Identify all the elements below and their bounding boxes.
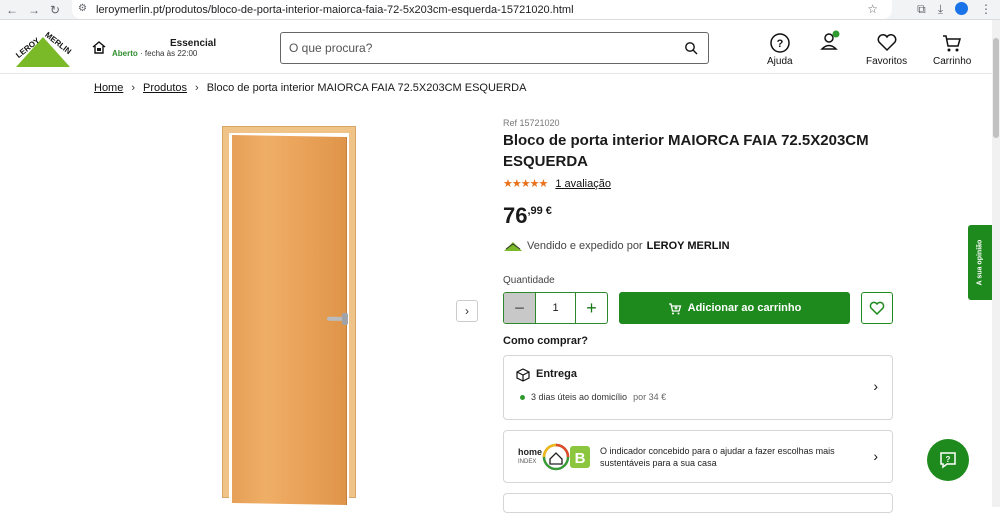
breadcrumb-products-link[interactable]: Produtos: [143, 82, 187, 94]
feedback-label: A sua opinião: [976, 239, 984, 286]
store-hours: Aberto · fecha às 22:00: [112, 49, 197, 58]
site-header: LEROY MERLIN Essencial Aberto · fecha às…: [0, 20, 992, 74]
heart-icon: [877, 34, 896, 52]
minus-icon: −: [514, 297, 525, 318]
delivery-option-card[interactable]: Entrega 3 dias úteis ao domicílio por 34…: [503, 355, 893, 420]
price-integer: 76: [503, 203, 528, 228]
product-rating: ★★★★★ 1 avaliação: [503, 177, 611, 191]
chevron-right-icon: ›: [873, 378, 878, 394]
quantity-increase-button[interactable]: +: [576, 293, 607, 323]
help-question-icon: ?: [770, 33, 790, 53]
cart-label: Carrinho: [933, 56, 972, 67]
home-index-card[interactable]: home INDEX B O indicador concebido para …: [503, 430, 893, 483]
help-button[interactable]: ? Ajuda: [767, 32, 793, 67]
download-icon[interactable]: ⤓: [938, 2, 943, 17]
shopping-cart-icon: [943, 35, 962, 52]
chevron-right-icon: ›: [465, 304, 469, 318]
product-image[interactable]: [222, 126, 358, 506]
site-info-icon[interactable]: ⚙: [78, 3, 87, 14]
menu-kebab-icon[interactable]: ⋮: [980, 2, 992, 17]
product-title: Bloco de porta interior MAIORCA FAIA 72.…: [503, 132, 869, 170]
chat-button[interactable]: ?: [927, 439, 969, 481]
bookmark-star-icon[interactable]: ☆: [867, 2, 878, 16]
rating-stars-icon: ★★★★★: [503, 178, 548, 190]
breadcrumb-current: Bloco de porta interior MAIORCA FAIA 72.…: [206, 82, 527, 94]
store-closing-time: · fecha às 22:00: [137, 49, 198, 58]
address-bar[interactable]: ⚙ leroymerlin.pt/produtos/bloco-de-porta…: [72, 0, 892, 19]
availability-dot-icon: [520, 394, 525, 400]
breadcrumb-home-link[interactable]: Home: [94, 82, 123, 94]
home-index-grade: B: [575, 450, 586, 467]
seller-prefix: Vendido e expedido por: [527, 240, 643, 252]
door-handle-base: [342, 312, 348, 326]
leroy-merlin-mini-logo-icon: [504, 242, 522, 251]
delivery-time: 3 dias úteis ao domicílio: [531, 392, 628, 402]
reviews-link[interactable]: 1 avaliação: [555, 178, 611, 190]
store-house-icon: [92, 41, 106, 54]
browser-nav: ← → ↻: [6, 3, 60, 17]
price-decimals: ,99: [527, 205, 543, 217]
search-input[interactable]: O que procura?: [280, 32, 709, 64]
chevron-right-icon: ›: [873, 448, 878, 464]
feedback-tab[interactable]: A sua opinião: [968, 225, 992, 300]
seller-name: LEROY MERLIN: [646, 240, 730, 252]
quantity-stepper: − 1 +: [503, 292, 608, 324]
quantity-input[interactable]: 1: [535, 293, 576, 323]
search-placeholder: O que procura?: [289, 41, 373, 55]
user-account-icon: [820, 30, 840, 50]
delivery-price: por 34 €: [633, 392, 667, 402]
chevron-right-icon: ›: [131, 82, 136, 94]
help-label: Ajuda: [767, 56, 793, 67]
chat-question-icon: ?: [940, 452, 956, 469]
heart-icon: [869, 301, 885, 315]
svg-text:?: ?: [776, 38, 783, 50]
store-selector[interactable]: Essencial Aberto · fecha às 22:00: [92, 38, 216, 58]
store-open-status: Aberto: [112, 49, 138, 58]
store-name: Essencial: [170, 38, 217, 49]
seller-info: Vendido e expedido por LEROY MERLIN: [503, 240, 730, 252]
plus-icon: +: [586, 297, 597, 318]
extensions-icon[interactable]: ⧉: [917, 2, 926, 17]
breadcrumb: Home › Produtos › Bloco de porta interio…: [94, 82, 526, 94]
browser-actions: ⧉ ⤓ ⋮: [917, 2, 992, 17]
page-scrollbar[interactable]: [992, 20, 1000, 507]
home-index-logo: home INDEX B: [518, 443, 590, 471]
add-to-cart-button[interactable]: Adicionar ao carrinho: [619, 292, 850, 324]
quantity-decrease-button[interactable]: −: [504, 293, 535, 323]
quantity-label: Quantidade: [503, 275, 555, 286]
home-index-brand: home: [518, 447, 542, 457]
cart-button[interactable]: Carrinho: [933, 32, 971, 67]
forward-icon[interactable]: →: [28, 3, 40, 17]
reload-icon[interactable]: ↻: [50, 3, 60, 17]
door-frame: [222, 126, 356, 506]
svg-text:?: ?: [946, 455, 951, 464]
chevron-right-icon: ›: [195, 82, 199, 94]
more-options-card[interactable]: [503, 493, 893, 513]
door-opening: [229, 133, 349, 506]
profile-avatar-icon[interactable]: [955, 2, 968, 15]
account-button[interactable]: [819, 30, 841, 54]
package-box-icon: [516, 368, 530, 382]
delivery-details: 3 dias úteis ao domicílio por 34 €: [520, 392, 666, 402]
back-icon[interactable]: ←: [6, 3, 18, 17]
home-index-sub: INDEX: [518, 459, 536, 465]
product-reference: Ref 15721020: [503, 118, 560, 128]
home-index-description: O indicador concebido para o ajudar a fa…: [600, 446, 835, 468]
url-text: leroymerlin.pt/produtos/bloco-de-porta-i…: [96, 3, 574, 16]
add-favorite-button[interactable]: [861, 292, 893, 324]
how-to-buy-heading: Como comprar?: [503, 335, 588, 347]
door-leaf: [232, 134, 348, 506]
scrollbar-thumb[interactable]: [993, 38, 999, 138]
favorites-button[interactable]: Favoritos: [866, 32, 907, 67]
favorites-label: Favoritos: [866, 56, 908, 67]
delivery-title: Entrega: [536, 368, 577, 380]
image-next-button[interactable]: ›: [456, 300, 478, 322]
search-icon[interactable]: [684, 41, 698, 55]
leroy-merlin-logo[interactable]: LEROY MERLIN: [14, 29, 72, 69]
price-currency: €: [545, 205, 552, 217]
product-price: 76 ,99 €: [503, 203, 552, 229]
browser-toolbar: ← → ↻ ⚙ leroymerlin.pt/produtos/bloco-de…: [0, 0, 1000, 20]
cart-add-icon: [668, 302, 682, 314]
add-to-cart-label: Adicionar ao carrinho: [687, 302, 802, 314]
